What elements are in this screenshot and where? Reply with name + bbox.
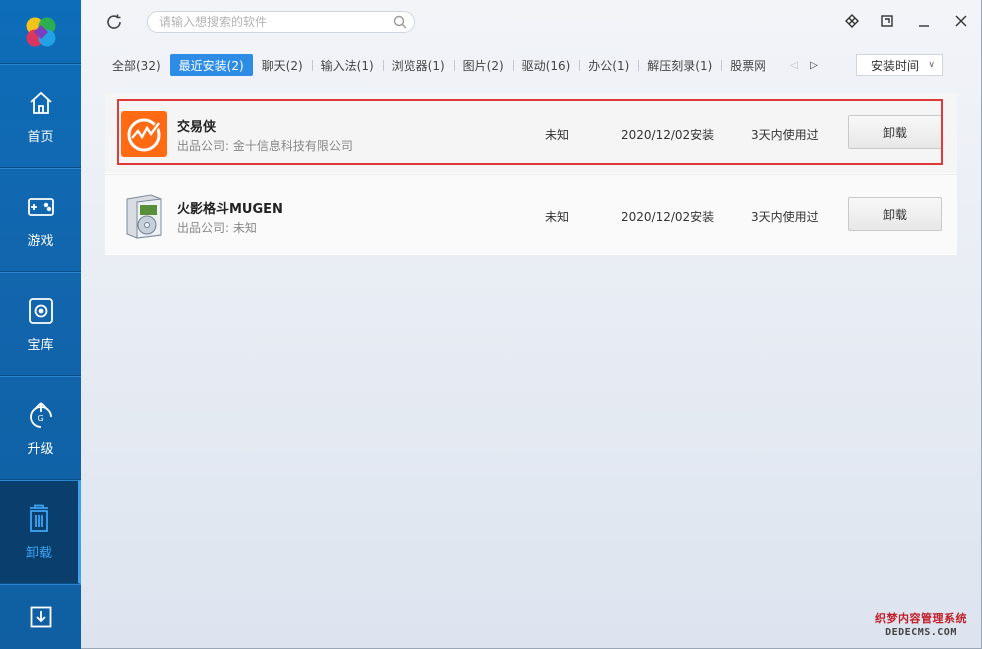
tab-recent[interactable]: 最近安装(2) [169, 54, 253, 76]
app-company: 出品公司: 金十信息科技有限公司 [177, 139, 353, 153]
list-item[interactable]: 交易侠 出品公司: 金十信息科技有限公司 未知 2020/12/02安装 3天内… [105, 93, 957, 173]
app-install-date: 2020/12/02安装 [621, 210, 715, 224]
minimize-button[interactable] [915, 12, 933, 30]
app-icon-installer-box [126, 194, 162, 239]
uninstall-button[interactable]: 卸载 [848, 197, 942, 231]
tab-compress[interactable]: 解压刻录(1) [638, 54, 721, 76]
upgrade-icon: G [29, 401, 52, 428]
tab-all[interactable]: 全部(32) [103, 54, 170, 76]
close-button[interactable] [952, 12, 970, 30]
tab-browser[interactable]: 浏览器(1) [382, 54, 454, 76]
sidebar-item-vault[interactable]: 宝库 [0, 272, 81, 376]
watermark-line2: DEDECMS.COM [885, 627, 957, 638]
software-list: 交易侠 出品公司: 金十信息科技有限公司 未知 2020/12/02安装 3天内… [105, 93, 957, 255]
sidebar-item-label: 升级 [27, 441, 54, 457]
app-name: 火影格斗MUGEN [177, 202, 283, 217]
app-usage: 3天内使用过 [751, 128, 819, 142]
sort-select[interactable]: 安装时间 ∨ [856, 54, 943, 76]
sort-selected-value: 安装时间 [871, 58, 920, 73]
uninstall-button[interactable]: 卸载 [848, 115, 942, 149]
tab-chat[interactable]: 聊天(2) [253, 54, 312, 76]
sidebar-item-upgrade[interactable]: G 升级 [0, 376, 81, 480]
minimize-icon [919, 25, 929, 27]
skin-icon [845, 14, 859, 28]
vault-icon [28, 297, 53, 324]
watermark: 织梦内容管理系统 DEDECMS.COM [866, 612, 976, 640]
main-panel: 全部(32) 最近安装(2) 聊天(2) 输入法(1) 浏览器(1) 图片(2)… [81, 0, 982, 649]
chevron-down-icon: ∨ [928, 60, 935, 70]
app-usage: 3天内使用过 [751, 210, 819, 224]
sidebar-item-games[interactable]: 游戏 [0, 168, 81, 272]
app-size: 未知 [545, 128, 570, 142]
search-box[interactable] [147, 11, 415, 33]
uninstall-icon [30, 504, 48, 532]
skin-button[interactable] [843, 12, 861, 30]
app-logo [0, 0, 81, 64]
home-icon [29, 91, 52, 114]
svg-text:G: G [37, 414, 43, 423]
sidebar-item-label: 首页 [27, 129, 54, 145]
tab-image[interactable]: 图片(2) [453, 54, 513, 76]
sidebar-item-label: 宝库 [27, 337, 54, 353]
chevron-left-icon[interactable]: ◁ [788, 58, 800, 72]
tab-office[interactable]: 办公(1) [579, 54, 638, 76]
sidebar-item-uninstall[interactable]: 卸载 [0, 480, 81, 584]
gamepad-icon [27, 197, 54, 216]
app-size: 未知 [545, 210, 570, 224]
logo-icon [26, 17, 55, 46]
sidebar-item-label: 卸载 [25, 545, 52, 561]
search-input[interactable] [159, 15, 379, 29]
search-icon[interactable] [393, 15, 407, 29]
tab-driver[interactable]: 驱动(16) [512, 54, 580, 76]
title-bar [81, 0, 981, 44]
tab-stock[interactable]: 股票网 [721, 54, 765, 76]
tab-input-method[interactable]: 输入法(1) [311, 54, 383, 76]
app-name: 交易侠 [177, 120, 217, 135]
category-tabs: 全部(32) 最近安装(2) 聊天(2) 输入法(1) 浏览器(1) 图片(2)… [103, 54, 765, 76]
download-icon [30, 606, 51, 627]
chevron-right-icon[interactable]: ▷ [808, 58, 820, 72]
app-icon-jiaoyixia [121, 111, 167, 157]
app-company: 出品公司: 未知 [177, 221, 257, 235]
refresh-icon[interactable] [105, 13, 123, 31]
restore-button[interactable] [878, 12, 896, 30]
close-icon [955, 15, 967, 27]
sidebar-item-label: 游戏 [27, 233, 54, 249]
sidebar-item-home[interactable]: 首页 [0, 64, 81, 168]
app-install-date: 2020/12/02安装 [621, 128, 715, 142]
sidebar: 首页 游戏 宝库 G 升级 卸载 [0, 0, 81, 649]
watermark-line1: 织梦内容管理系统 [875, 612, 967, 625]
restore-icon [881, 15, 893, 27]
sidebar-item-download[interactable] [0, 584, 81, 648]
list-item[interactable]: 火影格斗MUGEN 出品公司: 未知 未知 2020/12/02安装 3天内使用… [105, 174, 957, 254]
